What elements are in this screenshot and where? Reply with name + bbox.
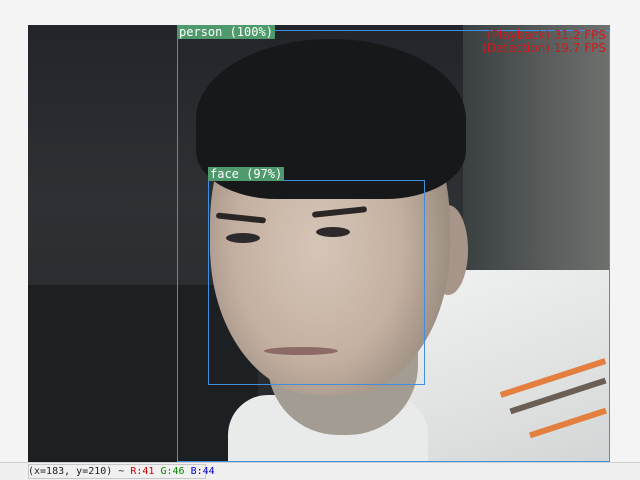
person-detection-label: person (100%)	[177, 25, 275, 39]
face-detection-label: face (97%)	[208, 167, 285, 181]
detection-fps: (Detection) 19.7 FPS	[482, 41, 606, 55]
blue-value: B:44	[190, 466, 215, 477]
face-bounding-box	[208, 180, 425, 385]
red-value: R:41	[130, 466, 155, 477]
pixel-info: (x=183, y=210) ~ R:41 G:46 B:44	[28, 465, 215, 479]
status-bar: (x=183, y=210) ~ R:41 G:46 B:44	[0, 462, 640, 480]
left-margin	[0, 0, 28, 462]
cursor-coordinates: (x=183, y=210) ~	[28, 466, 125, 477]
video-frame[interactable]: person (100%) face (97%) (Playback) 31.2…	[28, 25, 610, 462]
right-margin	[610, 0, 640, 462]
image-viewer-window: person (100%) face (97%) (Playback) 31.2…	[0, 0, 640, 480]
top-margin	[28, 0, 610, 25]
green-value: G:46	[160, 466, 185, 477]
